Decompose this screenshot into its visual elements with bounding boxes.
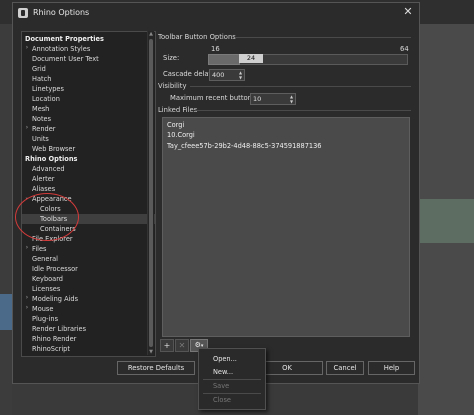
tree-item-linetypes[interactable]: Linetypes [32,84,64,94]
scroll-down-icon[interactable]: ▼ [148,349,154,355]
menu-item-close[interactable]: Close [213,396,231,404]
tree-item-licenses[interactable]: Licenses [32,284,60,294]
cascade-delay-spinbox[interactable]: 400 ▲ ▼ [209,69,245,81]
title-bar[interactable]: Rhino Options ✕ [13,3,419,23]
background-app-right [418,24,474,415]
tree-item-alerter[interactable]: Alerter [32,174,54,184]
expand-chevron-icon[interactable]: › [24,44,30,54]
cancel-button[interactable]: Cancel [326,361,364,375]
tree-item-notes[interactable]: Notes [32,114,51,124]
menu-item-save[interactable]: Save [213,382,229,390]
tree-item-modeling-aids[interactable]: Modeling Aids [32,294,78,304]
expand-chevron-icon[interactable]: › [24,124,30,134]
expand-chevron-icon[interactable]: › [24,304,30,314]
size-label: Size: [163,54,180,62]
tree-item-rhino-render[interactable]: Rhino Render [32,334,76,344]
remove-icon[interactable]: ✕ [175,339,189,352]
linked-files-heading: Linked Files [158,106,198,114]
spin-down-icon[interactable]: ▼ [288,99,295,104]
expand-chevron-icon[interactable]: › [24,244,30,254]
max-recent-buttons-spinbox[interactable]: 10 ▲ ▼ [250,93,296,105]
close-icon[interactable]: ✕ [401,5,415,19]
tree-item-render-libraries[interactable]: Render Libraries [32,324,86,334]
tree-item-web-browser[interactable]: Web Browser [32,144,75,154]
window-title: Rhino Options [33,8,90,17]
help-button[interactable]: Help [368,361,415,375]
tree-item-keyboard[interactable]: Keyboard [32,274,63,284]
scrollbar-thumb[interactable] [149,39,153,347]
tree-item-units[interactable]: Units [32,134,49,144]
cascade-delay-value[interactable]: 400 [212,70,224,80]
tree-scrollbar[interactable]: ▲ ▼ [147,31,154,355]
tree-item-mouse[interactable]: Mouse [32,304,53,314]
group-divider [235,37,411,38]
spin-down-icon[interactable]: ▼ [237,75,244,80]
group-divider [190,86,411,87]
background-viewport-fragment [418,199,474,243]
tree-item-location[interactable]: Location [32,94,60,104]
tree-item-idle-processor[interactable]: Idle Processor [32,264,78,274]
group-divider [195,110,411,111]
toolbar-button-options-heading: Toolbar Button Options [158,33,236,41]
background-app-left [0,24,12,415]
rhino-app-icon [18,8,28,18]
tree-item-general[interactable]: General [32,254,58,264]
background-viewport-fragment [0,294,12,330]
restore-defaults-button[interactable]: Restore Defaults [117,361,195,375]
menu-separator [203,379,261,380]
max-recent-buttons-label: Maximum recent buttons: [170,94,258,102]
menu-item-new[interactable]: New... [213,368,233,376]
tree-item-document-user-text[interactable]: Document User Text [32,54,99,64]
menu-separator [203,393,261,394]
tree-item-render[interactable]: Render [32,124,55,134]
size-max-label: 64 [400,45,409,53]
list-item[interactable]: Tay_cfeee57b-29b2-4d48-88c5-374591887136 [167,142,321,150]
tree-item-plug-ins[interactable]: Plug-ins [32,314,58,324]
expand-chevron-icon[interactable]: › [24,294,30,304]
tree-item-advanced[interactable]: Advanced [32,164,65,174]
tree-item-mesh[interactable]: Mesh [32,104,49,114]
visibility-heading: Visibility [158,82,187,90]
size-slider-fill[interactable] [208,54,240,65]
gear-context-menu: Open... New... Save Close [198,348,266,410]
list-item[interactable]: 10.Corgi [167,131,195,139]
tree-item-rhino-options[interactable]: Rhino Options [25,154,77,164]
tree-item-document-properties[interactable]: Document Properties [25,34,104,44]
size-slider-value[interactable]: 24 [239,54,263,63]
tree-item-hatch[interactable]: Hatch [32,74,51,84]
red-circle-annotation [15,193,79,241]
tree-item-grid[interactable]: Grid [32,64,46,74]
menu-item-open[interactable]: Open... [213,355,237,363]
tree-item-annotation-styles[interactable]: Annotation Styles [32,44,90,54]
size-min-label: 16 [211,45,220,53]
tree-item-rhinoscript[interactable]: RhinoScript [32,344,70,354]
linked-files-list[interactable]: Corgi 10.Corgi Tay_cfeee57b-29b2-4d48-88… [162,117,410,337]
tree-item-files[interactable]: Files [32,244,46,254]
scroll-up-icon[interactable]: ▲ [148,31,154,37]
max-recent-buttons-value[interactable]: 10 [253,94,261,104]
rhino-options-dialog: Rhino Options ✕ Document Properties › An… [12,2,420,384]
add-icon[interactable]: + [160,339,174,352]
list-item[interactable]: Corgi [167,121,184,129]
cascade-delay-label: Cascade delay: [163,70,215,78]
